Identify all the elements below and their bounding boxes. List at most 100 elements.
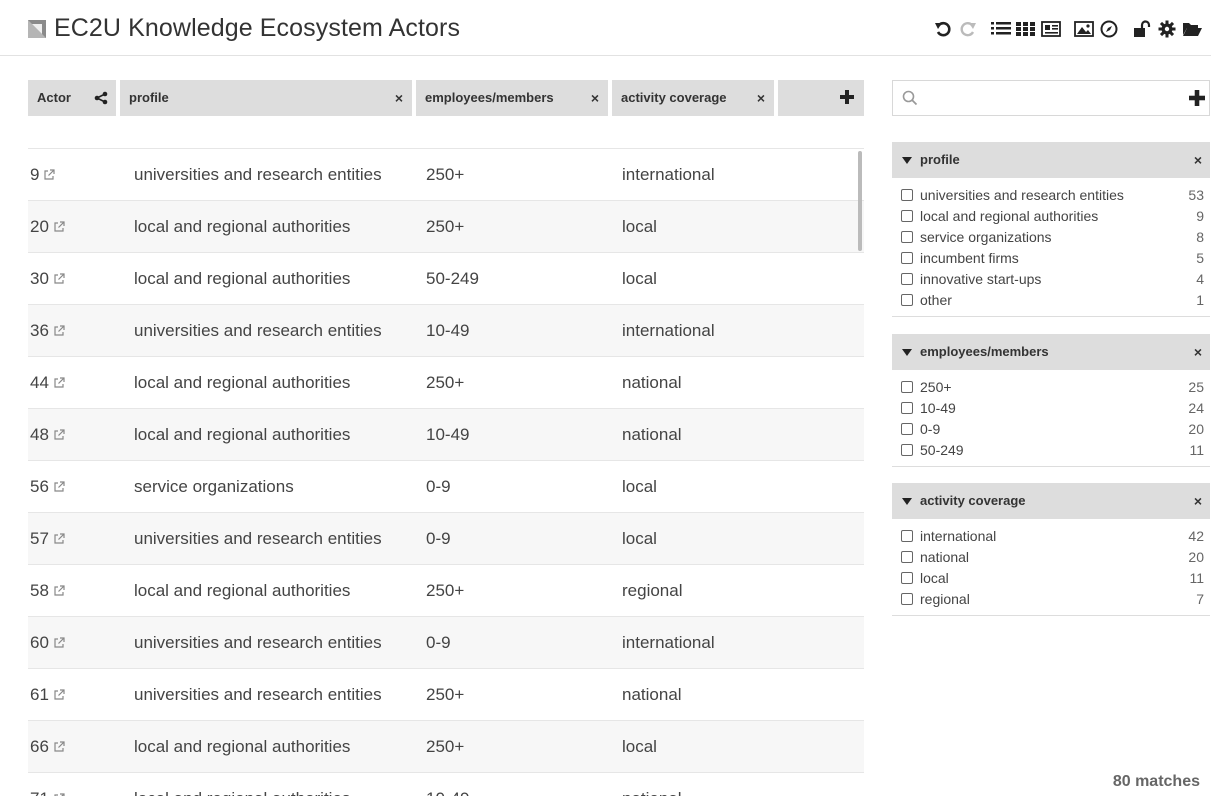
card-view-icon[interactable] <box>1040 18 1062 40</box>
add-filter-icon[interactable] <box>1189 90 1205 106</box>
table-row[interactable]: 56 service organizations 0-9 local <box>28 460 864 512</box>
external-link-icon[interactable] <box>53 584 65 597</box>
actor-id-cell[interactable]: 60 <box>28 633 134 653</box>
actor-id-link[interactable]: 30 <box>30 269 49 289</box>
actor-id-link[interactable]: 71 <box>30 789 49 796</box>
facet-option[interactable]: 10-49 24 <box>901 397 1204 418</box>
table-row[interactable]: 9 universities and research entities 250+ i… <box>28 148 864 200</box>
undo-icon[interactable] <box>932 18 954 40</box>
facet-option[interactable]: national 20 <box>901 546 1204 567</box>
actor-id-cell[interactable]: 57 <box>28 529 134 549</box>
column-header-coverage[interactable]: activity coverage × <box>612 80 774 116</box>
table-row[interactable]: 30 local and regional authorities 50-249 lo… <box>28 252 864 304</box>
redo-icon[interactable] <box>957 18 979 40</box>
external-link-icon[interactable] <box>53 324 65 337</box>
actor-id-link[interactable]: 56 <box>30 477 49 497</box>
add-column-button[interactable] <box>778 80 864 116</box>
actor-id-link[interactable]: 58 <box>30 581 49 601</box>
actor-id-cell[interactable]: 30 <box>28 269 134 289</box>
external-link-icon[interactable] <box>43 168 56 181</box>
external-link-icon[interactable] <box>53 272 65 285</box>
facet-checkbox[interactable] <box>901 592 913 605</box>
facet-checkbox[interactable] <box>901 443 913 456</box>
facet-option[interactable]: local 11 <box>901 567 1204 588</box>
facet-checkbox[interactable] <box>901 401 913 414</box>
facet-option[interactable]: other 1 <box>901 289 1204 310</box>
external-link-icon[interactable] <box>53 532 65 545</box>
facet-checkbox[interactable] <box>901 293 913 306</box>
facet-checkbox[interactable] <box>901 380 913 393</box>
facet-header[interactable]: activity coverage × <box>892 483 1210 519</box>
actor-id-link[interactable]: 20 <box>30 217 49 237</box>
facet-option[interactable]: regional 7 <box>901 588 1204 609</box>
actor-id-cell[interactable]: 44 <box>28 373 134 393</box>
gear-icon[interactable] <box>1156 18 1178 40</box>
share-icon[interactable] <box>94 91 108 105</box>
actor-id-cell[interactable]: 9 <box>28 165 134 185</box>
actor-id-link[interactable]: 48 <box>30 425 49 445</box>
list-view-icon[interactable] <box>990 18 1012 40</box>
column-header-actor[interactable]: Actor <box>28 80 116 116</box>
actor-id-link[interactable]: 9 <box>30 165 39 185</box>
external-link-icon[interactable] <box>53 220 65 233</box>
actor-id-cell[interactable]: 61 <box>28 685 134 705</box>
actor-id-cell[interactable]: 56 <box>28 477 134 497</box>
remove-column-icon[interactable]: × <box>757 80 765 116</box>
facet-option[interactable]: 50-249 11 <box>901 439 1204 460</box>
facet-option[interactable]: local and regional authorities 9 <box>901 205 1204 226</box>
column-header-profile[interactable]: profile × <box>120 80 412 116</box>
facet-option[interactable]: 0-9 20 <box>901 418 1204 439</box>
facet-checkbox[interactable] <box>901 571 913 584</box>
column-header-employees[interactable]: employees/members × <box>416 80 608 116</box>
remove-facet-icon[interactable]: × <box>1194 483 1202 519</box>
external-link-icon[interactable] <box>53 376 65 389</box>
facet-header[interactable]: profile × <box>892 142 1210 178</box>
compass-icon[interactable] <box>1098 18 1120 40</box>
external-link-icon[interactable] <box>53 688 65 701</box>
table-row[interactable]: 20 local and regional authorities 250+ loca… <box>28 200 864 252</box>
table-row[interactable]: 44 local and regional authorities 250+ nati… <box>28 356 864 408</box>
caret-down-icon[interactable] <box>902 156 912 165</box>
external-link-icon[interactable] <box>53 740 65 753</box>
actor-id-cell[interactable]: 66 <box>28 737 134 757</box>
scrollbar-thumb[interactable] <box>858 151 862 251</box>
facet-checkbox[interactable] <box>901 272 913 285</box>
table-row[interactable]: 48 local and regional authorities 10-49 nat… <box>28 408 864 460</box>
facet-option[interactable]: international 42 <box>901 525 1204 546</box>
facet-header[interactable]: employees/members × <box>892 334 1210 370</box>
remove-column-icon[interactable]: × <box>591 80 599 116</box>
actor-id-link[interactable]: 57 <box>30 529 49 549</box>
table-row[interactable]: 57 universities and research entities 0-9 l… <box>28 512 864 564</box>
facet-checkbox[interactable] <box>901 529 913 542</box>
external-link-icon[interactable] <box>53 636 65 649</box>
external-link-icon[interactable] <box>53 480 65 493</box>
actor-id-link[interactable]: 61 <box>30 685 49 705</box>
actor-id-link[interactable]: 44 <box>30 373 49 393</box>
search-input[interactable] <box>923 87 1167 111</box>
facet-checkbox[interactable] <box>901 209 913 222</box>
external-link-icon[interactable] <box>53 792 65 796</box>
facet-checkbox[interactable] <box>901 251 913 264</box>
table-row[interactable]: 66 local and regional authorities 250+ loca… <box>28 720 864 772</box>
remove-facet-icon[interactable]: × <box>1194 334 1202 370</box>
facet-option[interactable]: 250+ 25 <box>901 376 1204 397</box>
external-link-icon[interactable] <box>53 428 65 441</box>
actor-id-cell[interactable]: 36 <box>28 321 134 341</box>
actor-id-cell[interactable]: 20 <box>28 217 134 237</box>
table-row[interactable]: 60 universities and research entities 0-9 i… <box>28 616 864 668</box>
caret-down-icon[interactable] <box>902 348 912 357</box>
table-row[interactable]: 61 universities and research entities 250+… <box>28 668 864 720</box>
remove-column-icon[interactable]: × <box>395 80 403 116</box>
table-row[interactable]: 71 local and regional authorities10-49nat… <box>28 772 864 796</box>
facet-option[interactable]: incumbent firms 5 <box>901 247 1204 268</box>
actor-id-cell[interactable]: 58 <box>28 581 134 601</box>
remove-facet-icon[interactable]: × <box>1194 142 1202 178</box>
table-row[interactable]: 58 local and regional authorities 250+ regi… <box>28 564 864 616</box>
image-view-icon[interactable] <box>1073 18 1095 40</box>
facet-option[interactable]: innovative start-ups 4 <box>901 268 1204 289</box>
facet-checkbox[interactable] <box>901 188 913 201</box>
actor-id-cell[interactable]: 71 <box>28 789 134 796</box>
actor-id-link[interactable]: 60 <box>30 633 49 653</box>
caret-down-icon[interactable] <box>902 497 912 506</box>
folder-open-icon[interactable] <box>1181 18 1203 40</box>
